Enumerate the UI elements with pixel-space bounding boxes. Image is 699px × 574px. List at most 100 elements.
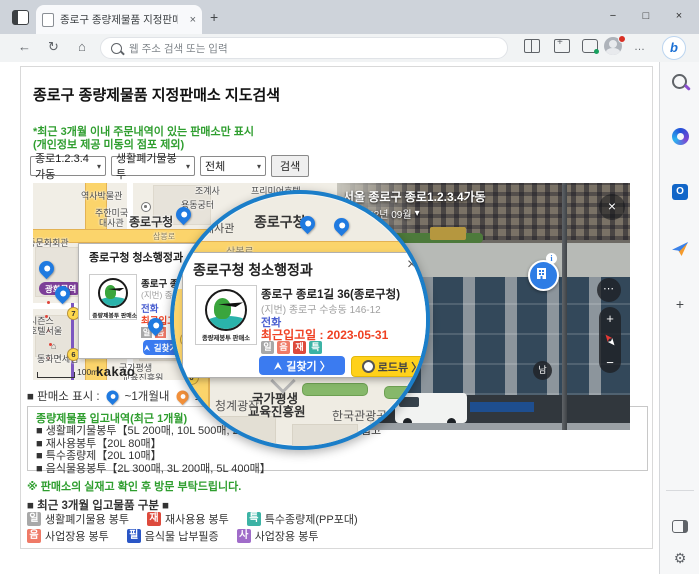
legend-label: 재사용용 봉투: [165, 511, 229, 527]
map-label: 역사박물관: [81, 189, 122, 202]
map-label: 삼봉로: [153, 231, 175, 242]
page-favicon-icon: [42, 13, 54, 27]
zoom-out-button[interactable]: −: [599, 355, 621, 370]
roadview-eye-icon: [362, 360, 375, 373]
legend-label: 사업장용 봉투: [255, 528, 319, 544]
house-icon: ⌂: [51, 341, 56, 351]
chevron-down-icon: ▾: [415, 208, 420, 219]
map-label: 교육진흥원: [248, 401, 306, 420]
directions-button[interactable]: 길찾기 〉: [259, 356, 345, 375]
bag-badge: 특: [309, 341, 322, 354]
building-marker[interactable]: [528, 260, 559, 291]
sidebar-divider: [666, 490, 694, 491]
legend-label: 특수종량제(PP포대): [265, 511, 358, 527]
browser-essentials-icon[interactable]: [582, 39, 598, 53]
storefront-sign: [470, 402, 534, 412]
map-label: 종로구청: [254, 212, 306, 232]
browser-menu-icon[interactable]: …: [634, 41, 646, 53]
sidebar-outlook-icon[interactable]: O: [672, 184, 688, 200]
window-maximize-button[interactable]: □: [630, 0, 662, 32]
infowindow-title: 종로구청 청소행정과: [193, 260, 313, 280]
legend-label: 사업장용 봉투: [45, 528, 109, 544]
stock-item: ■ 특수종량제【20L 10매】: [36, 450, 639, 462]
sidebar-search-icon[interactable]: [672, 74, 687, 89]
new-tab-button[interactable]: +: [210, 9, 218, 25]
navigation-arrow-icon: [143, 344, 151, 352]
address-bar[interactable]: 웹 주소 검색 또는 입력: [100, 37, 508, 59]
sidebar-drop-icon[interactable]: [672, 242, 688, 256]
zoom-in-button[interactable]: +: [599, 311, 621, 326]
roadview-label: 로드뷰 〉: [378, 359, 422, 375]
legend-badge: 특: [247, 512, 261, 526]
seller-logo-box: 종량제봉투 판매소: [195, 285, 257, 345]
tab-close-icon[interactable]: ×: [190, 14, 196, 26]
park-strip: [384, 386, 430, 399]
legend-badge: 필: [127, 529, 141, 543]
map-label: 조계사: [195, 184, 220, 197]
chevron-down-icon: ▾: [252, 162, 261, 171]
legend-badge: 일: [27, 512, 41, 526]
legend-badge: 사: [237, 529, 251, 543]
compass-icon[interactable]: [603, 333, 617, 347]
sidebar-m365-icon[interactable]: [672, 128, 689, 145]
legend-row: 음 사업장용 봉투 필 음식물 납부필증 사 사업장용 봉투: [27, 528, 332, 544]
building-sign: [430, 227, 466, 240]
map-label: 세종문화회관: [33, 236, 69, 249]
roadview-zoom-control[interactable]: + −: [599, 307, 621, 373]
chevron-down-icon: ▾: [92, 162, 101, 171]
back-icon[interactable]: ←: [18, 39, 31, 54]
collections-icon[interactable]: [554, 39, 570, 53]
workspaces-icon[interactable]: [12, 10, 29, 25]
stock-item: ■ 음식물용봉투【2L 300매, 3L 200매, 5L 400매】: [36, 463, 639, 475]
region-select[interactable]: 종로1.2.3.4가동 ▾: [30, 156, 106, 176]
legend-label: 생활폐기물용 봉투: [45, 511, 129, 527]
legend-badge: 재: [147, 512, 161, 526]
map-label: 호텔서울: [33, 324, 62, 337]
roadview-button[interactable]: 로드뷰 〉: [351, 356, 430, 377]
info-icon[interactable]: i: [546, 253, 557, 264]
roadview-close-button[interactable]: ×: [599, 194, 625, 220]
region-select-value: 종로1.2.3.4가동: [35, 150, 92, 182]
map-label: 용동궁터: [184, 200, 224, 216]
legend-row: 일 생활폐기물용 봉투 재 재사용용 봉투 특 특수종량제(PP포대): [27, 511, 372, 527]
directions-label: 길찾기 〉: [286, 358, 330, 374]
legend-badge: 음: [27, 529, 41, 543]
copilot-icon[interactable]: b: [662, 36, 686, 60]
period-select-value: 전체: [205, 158, 225, 174]
map-block: [202, 416, 276, 450]
page-title: 종로구 종량제물품 지정판매소 지도검색: [33, 84, 280, 105]
browser-titlebar: 종로구 종량제물품 지정판매소 지 × + − □ ×: [0, 0, 699, 34]
roadview-location: 서울 종로구 종로1.2.3.4가동: [343, 188, 486, 205]
roadview-more-button[interactable]: ⋯: [597, 278, 621, 302]
south-direction-badge[interactable]: 남: [533, 361, 552, 380]
sidebar-toggle-icon[interactable]: [672, 520, 688, 533]
seller-logo: [205, 289, 247, 331]
seller-address: 종로구 종로1길 36(종로구청): [261, 286, 400, 302]
seller-infowindow-zoomed[interactable]: 종로구청 청소행정과 × 종량제봉투 판매소 종로구 종로1길 36(종로구청)…: [182, 252, 430, 378]
settings-gear-icon[interactable]: ⚙: [672, 550, 688, 566]
search-icon: [111, 43, 122, 54]
window-close-button[interactable]: ×: [663, 0, 695, 32]
bag-type-select-value: 생활폐기물봉투: [116, 150, 181, 182]
visit-notice: ※ 판매소의 실재고 확인 후 방문 부탁드립니다.: [27, 478, 241, 494]
seller-map-pin[interactable]: [331, 215, 352, 236]
home-icon[interactable]: ⌂: [78, 39, 86, 54]
profile-notification-dot: [618, 35, 626, 43]
seller-logo-caption: 종량제봉투 판매소: [199, 334, 253, 343]
window-minimize-button[interactable]: −: [597, 0, 629, 32]
edge-sidebar: O + ⚙: [659, 62, 699, 574]
government-office-icon: [141, 202, 151, 212]
browser-tab[interactable]: 종로구 종량제물품 지정판매소 지 ×: [36, 5, 202, 34]
refresh-icon[interactable]: ↻: [48, 39, 59, 55]
map-scale-bar: [37, 372, 75, 378]
tab-title: 종로구 종량제물품 지정판매소 지: [60, 12, 178, 27]
bag-type-select[interactable]: 생활폐기물봉투 ▾: [111, 156, 195, 176]
bag-badge-row: 일 음 재 특: [261, 341, 322, 354]
infowindow-close-icon[interactable]: ×: [407, 256, 416, 274]
sidebar-add-icon[interactable]: +: [672, 296, 688, 312]
period-select[interactable]: 전체 ▾: [200, 156, 266, 176]
seller-logo: [98, 278, 128, 308]
search-button[interactable]: 검색: [271, 155, 309, 177]
split-screen-icon[interactable]: [524, 39, 540, 53]
legend-label: 음식물 납부필증: [145, 528, 219, 544]
